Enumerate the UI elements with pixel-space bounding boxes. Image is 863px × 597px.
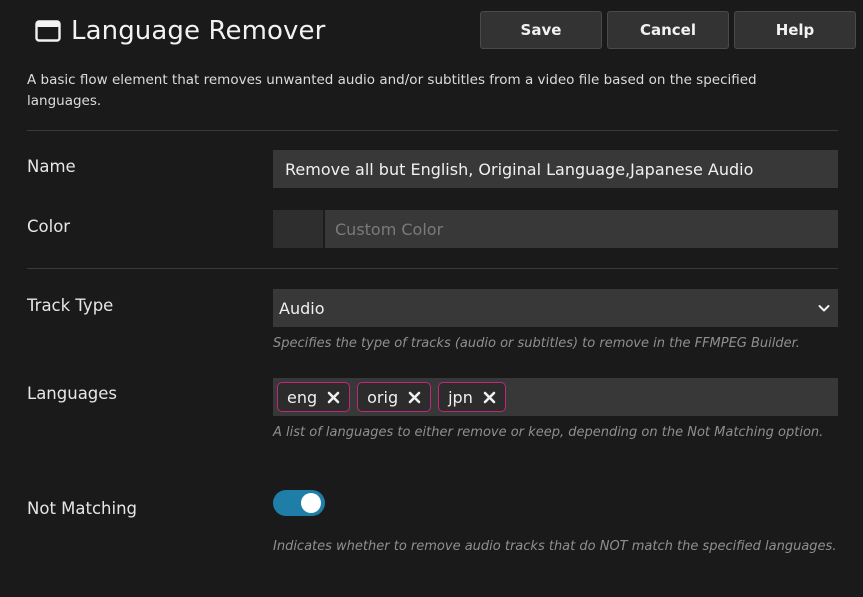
- language-tag-label: orig: [367, 387, 399, 407]
- track-type-value: Audio: [279, 298, 325, 318]
- not-matching-help: Indicates whether to remove audio tracks…: [273, 539, 837, 554]
- name-label: Name: [27, 157, 76, 176]
- divider: [27, 130, 838, 131]
- language-tag: jpn: [438, 382, 506, 412]
- language-tag-label: jpn: [448, 387, 473, 407]
- toggle-knob: [301, 493, 321, 513]
- divider: [27, 268, 838, 269]
- languages-help: A list of languages to either remove or …: [273, 425, 824, 440]
- save-button[interactable]: Save: [480, 11, 602, 49]
- not-matching-toggle[interactable]: [273, 490, 325, 516]
- track-type-help: Specifies the type of tracks (audio or s…: [273, 336, 800, 351]
- window-icon: [35, 20, 61, 42]
- track-type-select[interactable]: Audio: [273, 289, 838, 327]
- not-matching-label: Not Matching: [27, 499, 138, 518]
- close-icon[interactable]: [483, 391, 496, 404]
- language-remover-dialog: Language Remover Save Cancel Help A basi…: [0, 0, 863, 597]
- element-description: A basic flow element that removes unwant…: [27, 72, 757, 109]
- help-button[interactable]: Help: [734, 11, 856, 49]
- languages-label: Languages: [27, 384, 118, 403]
- languages-tag-input[interactable]: eng orig jpn: [273, 378, 838, 416]
- language-tag-label: eng: [287, 387, 318, 407]
- chevron-down-icon: [818, 305, 830, 312]
- name-input[interactable]: [273, 150, 838, 188]
- close-icon[interactable]: [408, 391, 421, 404]
- color-swatch[interactable]: [273, 210, 324, 248]
- language-tag: eng: [277, 382, 351, 412]
- page-title: Language Remover: [71, 16, 326, 46]
- name-field-wrap: [273, 150, 838, 188]
- language-tag: orig: [357, 382, 432, 412]
- color-label: Color: [27, 217, 71, 236]
- close-icon[interactable]: [327, 391, 340, 404]
- custom-color-input[interactable]: [325, 210, 838, 248]
- track-type-label: Track Type: [27, 296, 114, 315]
- cancel-button[interactable]: Cancel: [607, 11, 729, 49]
- page-header: Language Remover: [35, 16, 325, 46]
